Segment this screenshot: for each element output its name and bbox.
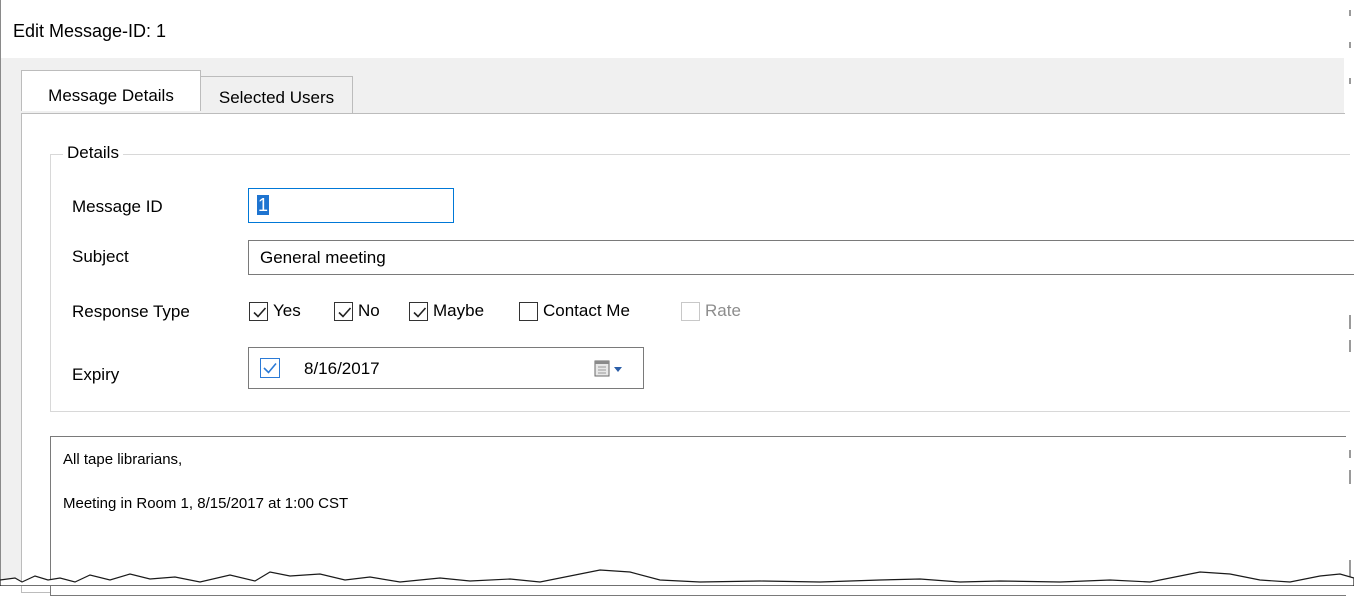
torn-edge-decoration (0, 569, 1354, 586)
expiry-label: Expiry (72, 365, 120, 384)
expiry-date-picker[interactable]: 8/16/2017 (248, 347, 644, 389)
message-id-label: Message ID (72, 197, 163, 216)
response-rate-checkbox: Rate (681, 301, 741, 321)
checkbox-checked-icon (249, 301, 268, 321)
details-group: Details (50, 143, 1350, 412)
response-yes-checkbox[interactable]: Yes (249, 301, 301, 321)
checkbox-checked-icon (334, 301, 353, 321)
details-group-title: Details (63, 143, 123, 163)
response-contact-me-label: Contact Me (543, 301, 630, 320)
calendar-icon (594, 360, 622, 377)
response-maybe-label: Maybe (433, 301, 485, 320)
message-id-field[interactable]: 1 (248, 188, 454, 223)
response-maybe-checkbox[interactable]: Maybe (409, 301, 484, 321)
response-type-label: Response Type (72, 302, 190, 321)
subject-label: Subject (72, 247, 129, 266)
checkmark-icon (263, 362, 277, 374)
calendar-dropdown-button[interactable] (594, 360, 632, 378)
response-no-label: No (358, 301, 380, 320)
response-rate-label: Rate (705, 301, 741, 320)
message-id-value: 1 (257, 195, 270, 215)
tab-message-details[interactable]: Message Details (21, 70, 201, 111)
subject-field[interactable]: General meeting (248, 240, 1354, 275)
checkbox-unchecked-icon (519, 301, 538, 321)
window-title: Edit Message-ID: 1 (13, 21, 167, 41)
checkbox-disabled-icon (681, 301, 700, 321)
expiry-date-value: 8/16/2017 (304, 359, 380, 378)
message-line: Meeting in Room 1, 8/15/2017 at 1:00 CST (63, 495, 349, 512)
response-contact-me-checkbox[interactable]: Contact Me (519, 301, 630, 321)
response-yes-label: Yes (273, 301, 301, 320)
tab-strip: Message Details Selected Users (21, 70, 1345, 114)
expiry-enabled-checkbox[interactable] (260, 358, 280, 378)
message-details-panel: Details Message ID 1 Subject General mee… (21, 113, 1354, 596)
message-line: All tape librarians, (63, 451, 183, 468)
checkbox-checked-icon (409, 301, 428, 321)
title-bar: Edit Message-ID: 1 (1, 0, 1345, 58)
tab-selected-users[interactable]: Selected Users (201, 76, 353, 114)
response-no-checkbox[interactable]: No (334, 301, 380, 321)
edit-message-window: Edit Message-ID: 1 Message Details Selec… (0, 0, 1354, 596)
